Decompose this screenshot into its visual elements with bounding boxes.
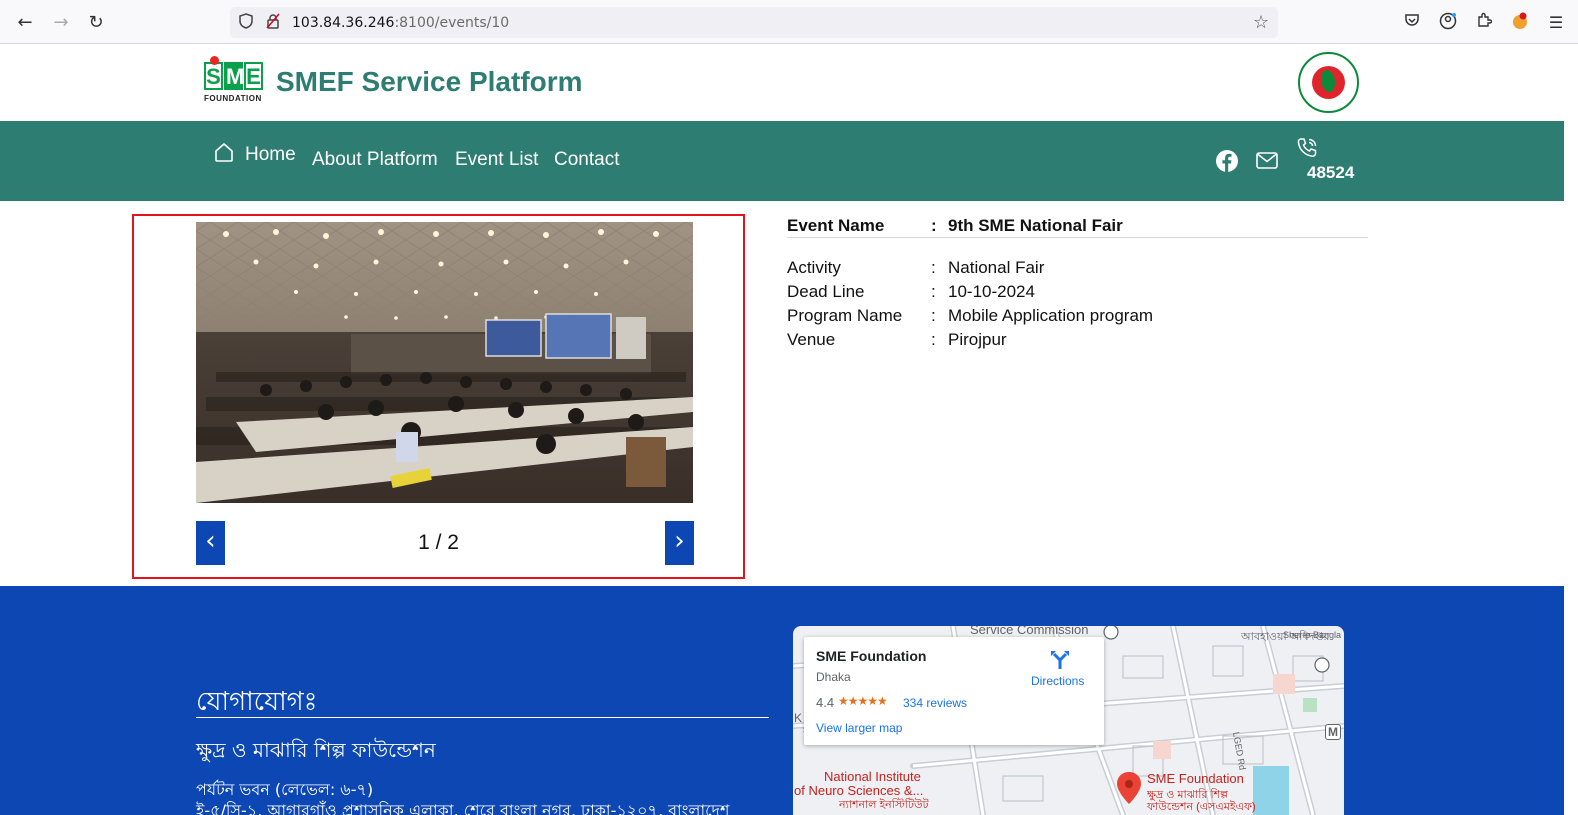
home-icon[interactable] [213, 141, 235, 163]
facebook-icon[interactable] [1216, 150, 1238, 177]
logo-letter: E [244, 62, 263, 90]
menu-icon[interactable]: ☰ [1545, 12, 1567, 34]
url-bar[interactable]: 103.84.36.246:8100/events/10 ☆ [230, 7, 1278, 38]
footer-divider [196, 717, 769, 718]
carousel-counter: 1 / 2 [418, 531, 459, 554]
insecure-lock-icon[interactable] [266, 13, 280, 33]
map-label: Sher-e-Bangla [1283, 630, 1342, 640]
browser-toolbar: ← → ↻ 103.84.36.246:8100/events/10 ☆ ☰ [0, 0, 1578, 44]
nav-contact[interactable]: Contact [554, 149, 619, 171]
extensions-icon[interactable] [1473, 12, 1495, 34]
carousel-next-button[interactable]: › [665, 521, 694, 565]
event-photo [196, 222, 693, 503]
map-place-title: SME Foundation [816, 648, 927, 664]
shield-icon[interactable] [239, 13, 253, 33]
map-pin-icon[interactable] [1117, 772, 1141, 804]
map-reviews-link[interactable]: 334 reviews [903, 696, 967, 710]
smef-logo[interactable]: S ME FOUNDATION [204, 56, 266, 104]
directions-icon[interactable] [1050, 650, 1070, 670]
detail-colon: : [931, 258, 936, 277]
logo-letter: M [224, 62, 245, 90]
reload-icon[interactable]: ↻ [85, 12, 107, 34]
detail-label: Program Name [787, 306, 903, 325]
phone-number[interactable]: 48524 [1307, 163, 1354, 183]
detail-label: Activity [787, 258, 841, 277]
detail-label: Venue [787, 330, 836, 349]
detail-label: Dead Line [787, 282, 865, 301]
back-icon[interactable]: ← [14, 12, 36, 34]
account-icon[interactable] [1437, 12, 1459, 34]
footer-address-line-2: ই-৫/সি-১, আগারগাঁও প্রশাসনিক এলাকা, শেরে… [196, 801, 730, 815]
map-label: ন্যাশনাল ইনস্টিটিউট [839, 799, 929, 811]
map-place-subtitle: Dhaka [816, 670, 851, 684]
directions-link[interactable]: Directions [1031, 674, 1084, 688]
mail-icon[interactable] [1256, 152, 1278, 174]
phone-icon[interactable] [1296, 137, 1318, 164]
logo-subtext: FOUNDATION [204, 94, 262, 103]
map-rating: 4.4 [816, 695, 835, 710]
rating-stars-icon: ★★★★★ [838, 694, 888, 708]
detail-value: Pirojpur [948, 330, 1007, 349]
nav-about-platform[interactable]: About Platform [312, 149, 438, 171]
extension-icon[interactable] [1509, 12, 1531, 34]
logo-letter: S [204, 62, 223, 90]
detail-value: 9th SME National Fair [948, 216, 1123, 235]
nav-event-list[interactable]: Event List [455, 149, 538, 171]
map-pin-label: ফাউন্ডেশন (এসএমইএফ) [1147, 801, 1256, 813]
nav-home[interactable]: Home [245, 144, 296, 166]
site-header: S ME FOUNDATION SMEF Service Platform [0, 44, 1564, 121]
footer-org-name: ক্ষুদ্র ও মাঝারি শিল্প ফাউন্ডেশন [196, 738, 436, 762]
detail-value: Mobile Application program [948, 306, 1154, 325]
detail-colon: : [931, 306, 936, 325]
view-larger-map-link[interactable]: View larger map [816, 721, 902, 735]
map-label: Service Commission [970, 626, 1089, 637]
event-image-carousel: ‹ 1 / 2 › [132, 214, 745, 579]
detail-colon: : [931, 330, 936, 349]
forward-icon[interactable]: → [50, 12, 72, 34]
url-text: 103.84.36.246:8100/events/10 [292, 15, 510, 31]
pocket-icon[interactable] [1401, 12, 1423, 34]
detail-divider [787, 237, 1368, 238]
detail-value: National Fair [948, 258, 1045, 277]
detail-label: Event Name [787, 216, 885, 235]
map-label: National Institute [824, 769, 921, 784]
detail-colon: : [931, 282, 936, 301]
map-pin-label: SME Foundation [1147, 771, 1244, 786]
map-place-card: SME Foundation Dhaka 4.4 ★★★★★ 334 revie… [804, 637, 1104, 745]
star-icon[interactable]: ☆ [1253, 12, 1269, 33]
google-map-embed[interactable]: Service Commission আবহাওয়া অধিদপ্তর Nat… [793, 626, 1344, 815]
detail-colon: : [931, 216, 937, 235]
footer-heading: যোগাযোগঃ [196, 687, 318, 717]
government-seal-logo [1298, 52, 1359, 113]
site-title[interactable]: SMEF Service Platform [276, 66, 583, 98]
logo-dot [210, 56, 219, 65]
detail-value: 10-10-2024 [948, 282, 1035, 301]
map-metro-badge: M [1325, 724, 1341, 740]
map-label: K [794, 711, 803, 725]
